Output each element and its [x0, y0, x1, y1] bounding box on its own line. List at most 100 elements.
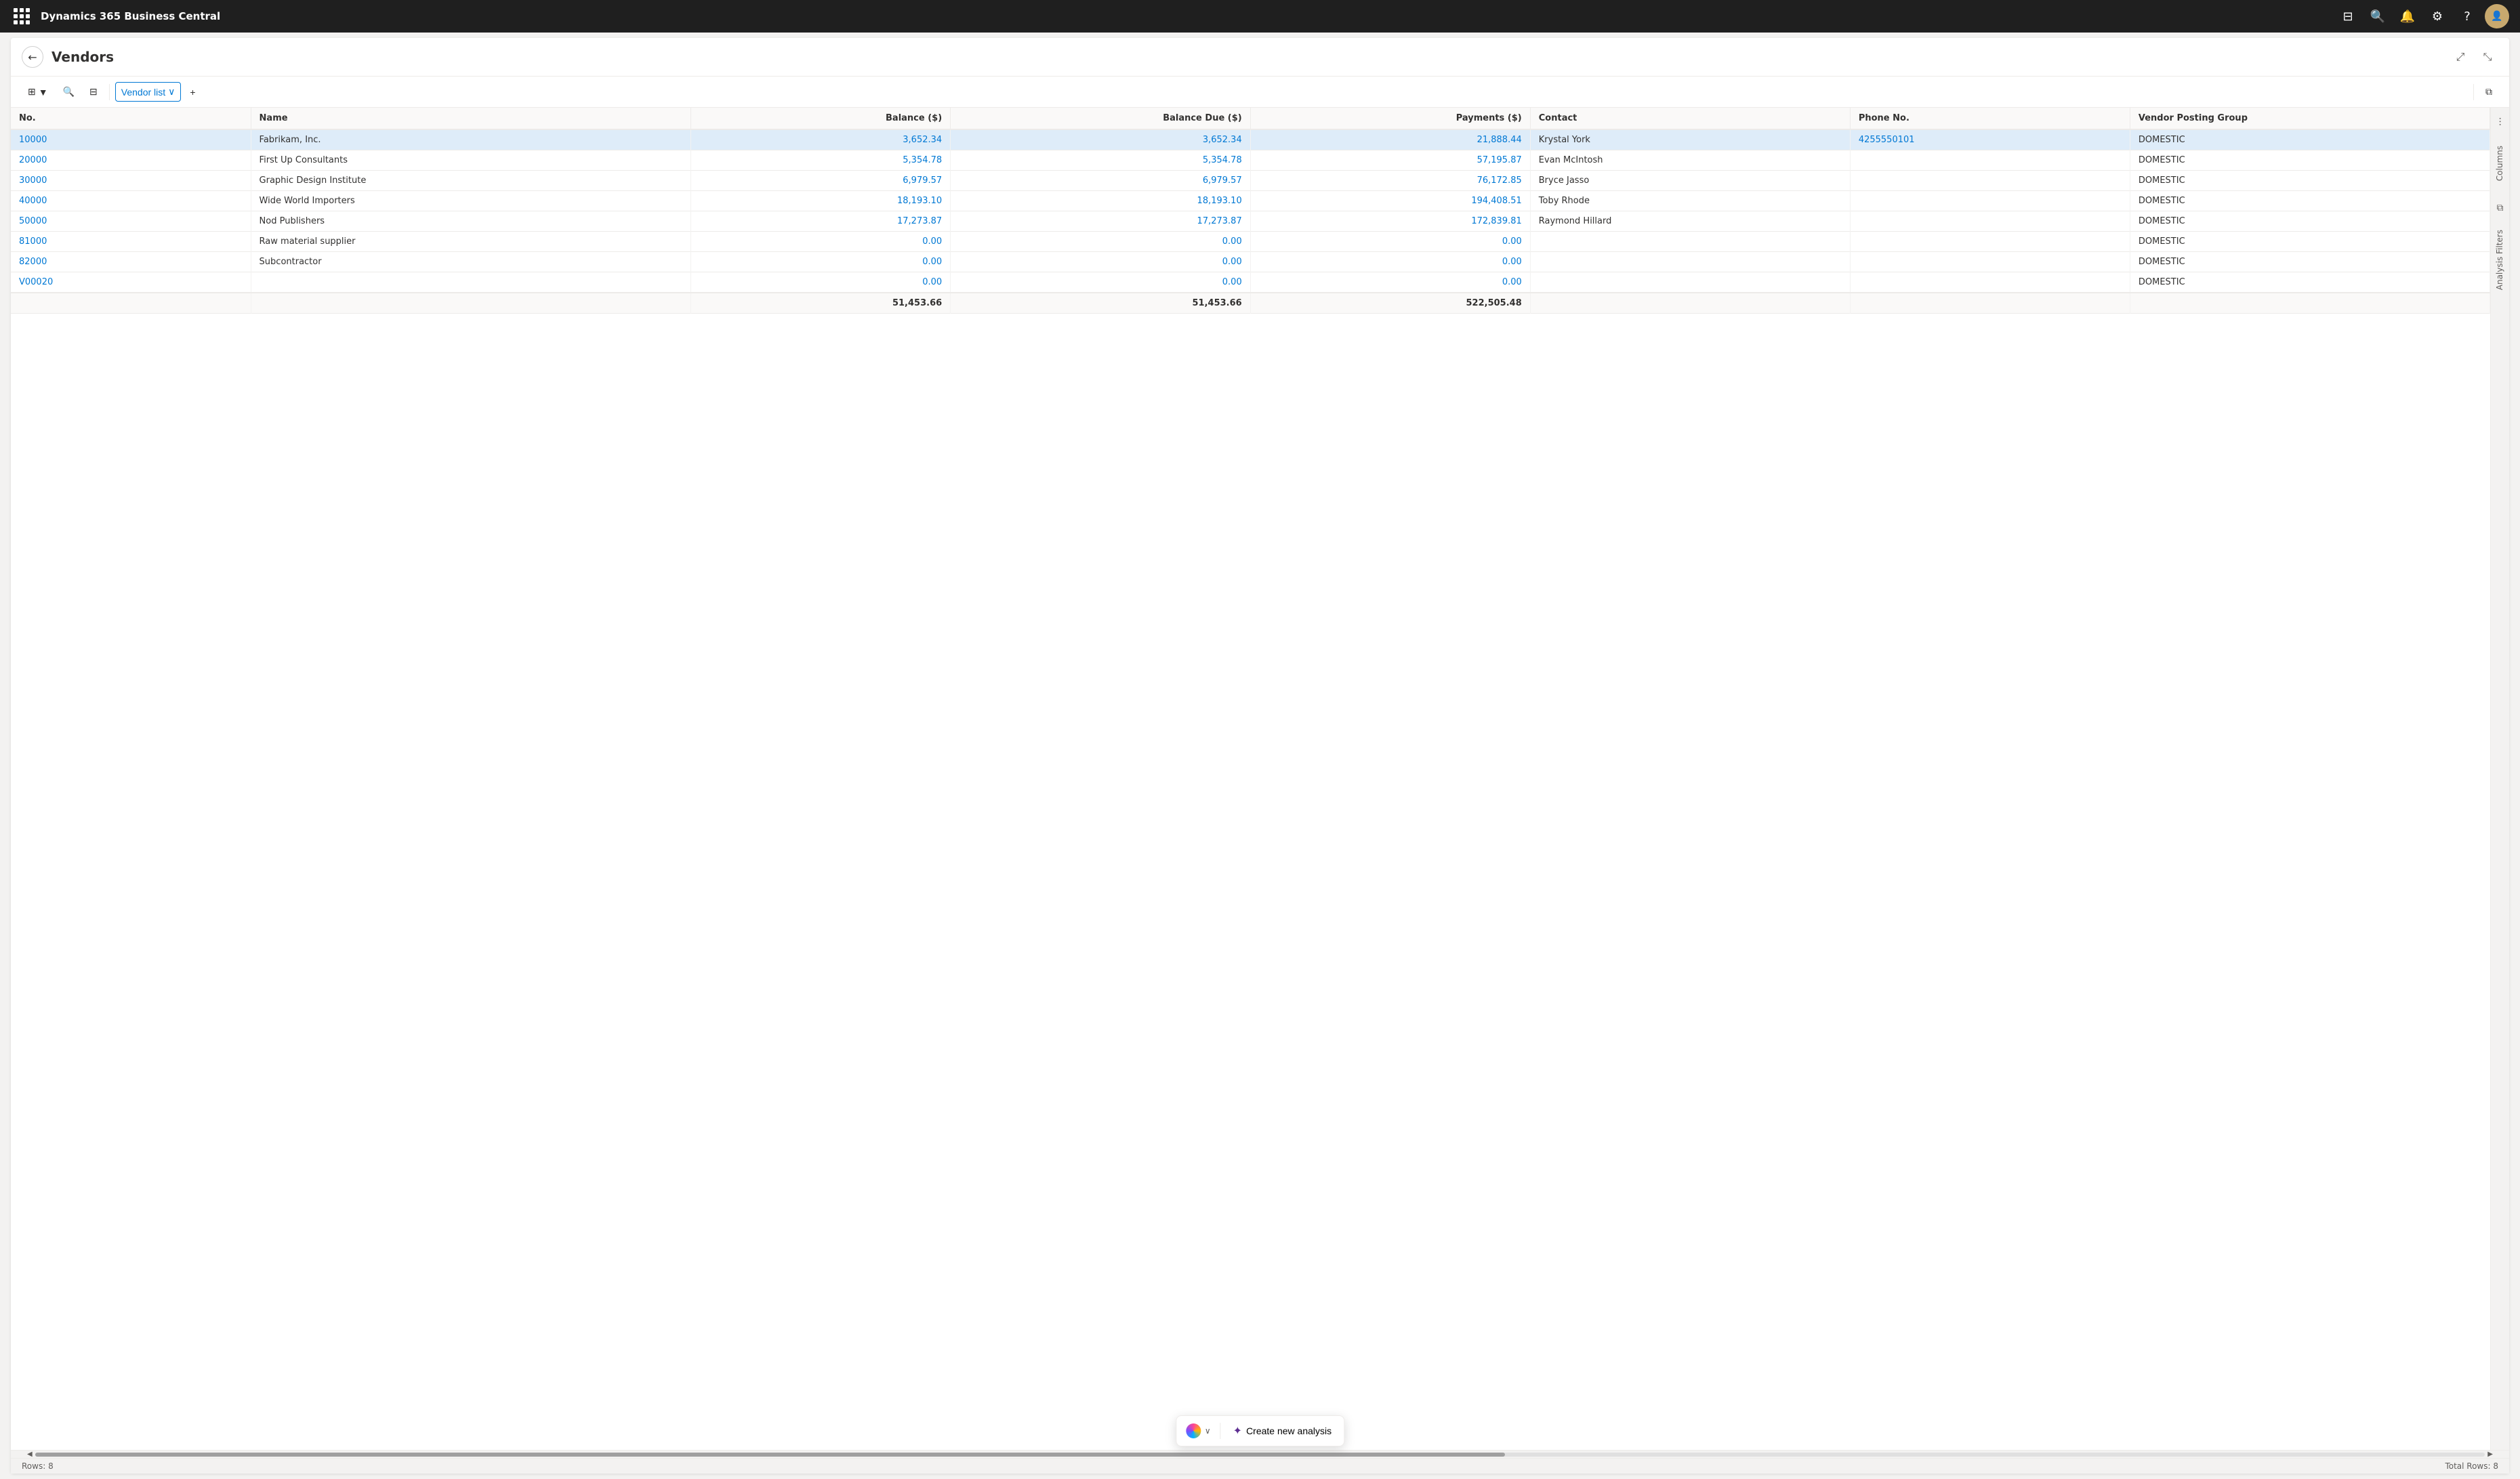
table-row[interactable]: 40000Wide World Importers18,193.1018,193…: [11, 191, 2490, 211]
vendor-no-link[interactable]: 50000: [19, 216, 47, 226]
vendor-name: Raw material supplier: [251, 232, 690, 252]
vendor-balance: 5,354.78: [690, 150, 951, 171]
table-row[interactable]: 30000Graphic Design Institute6,979.576,9…: [11, 171, 2490, 191]
col-header-balance[interactable]: Balance ($): [690, 108, 951, 129]
copilot-chevron: ∨: [1205, 1426, 1211, 1436]
horizontal-scrollbar[interactable]: ◀ ▶: [11, 1450, 2509, 1458]
create-analysis-button[interactable]: ✦ Create new analysis: [1224, 1419, 1341, 1443]
filter-sidebar-icon[interactable]: ⧉: [2497, 197, 2504, 219]
vendor-payments: 194,408.51: [1250, 191, 1530, 211]
table-body: 10000Fabrikam, Inc.3,652.343,652.3421,88…: [11, 129, 2490, 314]
bell-icon[interactable]: 🔔: [2395, 4, 2420, 28]
vendor-balance: 0.00: [690, 272, 951, 293]
columns-tab[interactable]: Columns: [2491, 138, 2510, 189]
filter-icon: ⧉: [2485, 86, 2492, 98]
scroll-left-arrow[interactable]: ◀: [24, 1451, 35, 1458]
filter-button[interactable]: ⧉: [2479, 82, 2498, 102]
view-toggle-button[interactable]: ⊞ ▼: [22, 82, 54, 102]
view-toggle-label: ▼: [39, 87, 48, 98]
table-row[interactable]: 82000Subcontractor0.000.000.00DOMESTIC: [11, 252, 2490, 272]
vendor-no-link[interactable]: 82000: [19, 257, 47, 267]
vendor-contact: [1530, 252, 1850, 272]
vendor-no-link[interactable]: 81000: [19, 236, 47, 247]
vendor-balance: 0.00: [690, 232, 951, 252]
status-bar: Rows: 8 Total Rows: 8: [11, 1458, 2509, 1474]
vendor-name: First Up Consultants: [251, 150, 690, 171]
back-button[interactable]: ←: [22, 46, 43, 68]
copilot-button[interactable]: ∨: [1179, 1419, 1218, 1442]
add-button[interactable]: +: [184, 83, 201, 102]
col-header-name[interactable]: Name: [251, 108, 690, 129]
table-row[interactable]: V000200.000.000.00DOMESTIC: [11, 272, 2490, 293]
vendor-posting-group: DOMESTIC: [2130, 129, 2490, 150]
vendor-no-link[interactable]: 40000: [19, 196, 47, 206]
table-container[interactable]: No. Name Balance ($) Balance Due ($) Pay…: [11, 108, 2490, 1450]
vendor-payments: 57,195.87: [1250, 150, 1530, 171]
view-icon: ⊞: [28, 86, 36, 98]
add-icon: +: [190, 87, 195, 98]
page-title: Vendors: [51, 49, 114, 65]
totals-row: 51,453.6651,453.66522,505.48: [11, 293, 2490, 314]
create-analysis-label: Create new analysis: [1246, 1425, 1331, 1436]
vendor-contact: Krystal York: [1530, 129, 1850, 150]
search-icon[interactable]: 🔍: [2366, 4, 2390, 28]
table-row[interactable]: 81000Raw material supplier0.000.000.00DO…: [11, 232, 2490, 252]
vendor-payments: 0.00: [1250, 252, 1530, 272]
vendor-balance-due: 0.00: [951, 232, 1251, 252]
back-arrow-icon: ←: [28, 51, 37, 64]
table-row[interactable]: 50000Nod Publishers17,273.8717,273.87172…: [11, 211, 2490, 232]
vendor-posting-group: DOMESTIC: [2130, 272, 2490, 293]
topbar-icons: ⊟ 🔍 🔔 ⚙ ? 👤: [2336, 4, 2509, 28]
vendor-contact: Bryce Jasso: [1530, 171, 1850, 191]
vendors-table: No. Name Balance ($) Balance Due ($) Pay…: [11, 108, 2490, 314]
sparkle-icon: ✦: [1233, 1424, 1242, 1438]
col-header-contact[interactable]: Contact: [1530, 108, 1850, 129]
table-row[interactable]: 10000Fabrikam, Inc.3,652.343,652.3421,88…: [11, 129, 2490, 150]
vendor-balance: 6,979.57: [690, 171, 951, 191]
waffle-button[interactable]: [11, 5, 33, 27]
table-row[interactable]: 20000First Up Consultants5,354.785,354.7…: [11, 150, 2490, 171]
vendor-no-link[interactable]: 30000: [19, 175, 47, 186]
environment-icon[interactable]: ⊟: [2336, 4, 2360, 28]
user-avatar[interactable]: 👤: [2485, 4, 2509, 28]
vendor-contact: Raymond Hillard: [1530, 211, 1850, 232]
collapse-icon[interactable]: ⤡: [2477, 46, 2498, 68]
help-icon[interactable]: ?: [2455, 4, 2479, 28]
col-header-balance-due[interactable]: Balance Due ($): [951, 108, 1251, 129]
vendor-no-link[interactable]: V00020: [19, 277, 53, 287]
vendor-balance-due: 5,354.78: [951, 150, 1251, 171]
scroll-right-arrow[interactable]: ▶: [2485, 1451, 2496, 1458]
vendor-contact: Evan McIntosh: [1530, 150, 1850, 171]
vendor-phone: [1850, 252, 2130, 272]
waffle-icon: [14, 8, 30, 24]
table-header: No. Name Balance ($) Balance Due ($) Pay…: [11, 108, 2490, 129]
vendor-no-link[interactable]: 10000: [19, 135, 47, 145]
analyze-button[interactable]: ⊟: [83, 82, 104, 102]
vendor-phone-link[interactable]: 4255550101: [1859, 135, 1915, 145]
app-title: Dynamics 365 Business Central: [41, 10, 2328, 22]
col-header-phone[interactable]: Phone No.: [1850, 108, 2130, 129]
page-header: ← Vendors ⤢ ⤡: [11, 38, 2509, 77]
vendor-no-link[interactable]: 20000: [19, 155, 47, 165]
totals-cell-4: 522,505.48: [1250, 293, 1530, 314]
vendor-name: [251, 272, 690, 293]
filters-tab[interactable]: Analysis Filters: [2491, 222, 2510, 298]
vendor-contact: Toby Rhode: [1530, 191, 1850, 211]
open-external-icon[interactable]: ⤢: [2450, 46, 2471, 68]
vendor-posting-group: DOMESTIC: [2130, 211, 2490, 232]
vendor-balance: 3,652.34: [690, 129, 951, 150]
scroll-thumb[interactable]: [35, 1453, 1505, 1457]
vendor-payments: 0.00: [1250, 272, 1530, 293]
vendor-list-label: Vendor list: [121, 87, 165, 98]
col-header-posting-group[interactable]: Vendor Posting Group: [2130, 108, 2490, 129]
search-button[interactable]: 🔍: [57, 82, 81, 102]
vendor-phone: 4255550101: [1850, 129, 2130, 150]
col-header-no[interactable]: No.: [11, 108, 251, 129]
vendor-contact: [1530, 232, 1850, 252]
vendor-balance-due: 0.00: [951, 252, 1251, 272]
vendor-list-button[interactable]: Vendor list ∨: [115, 82, 182, 102]
settings-icon[interactable]: ⚙: [2425, 4, 2450, 28]
columns-icon[interactable]: ⫶: [2498, 110, 2501, 135]
page-container: ← Vendors ⤢ ⤡ ⊞ ▼ 🔍 ⊟ Vendor list ∨ + ⧉: [11, 38, 2509, 1474]
col-header-payments[interactable]: Payments ($): [1250, 108, 1530, 129]
